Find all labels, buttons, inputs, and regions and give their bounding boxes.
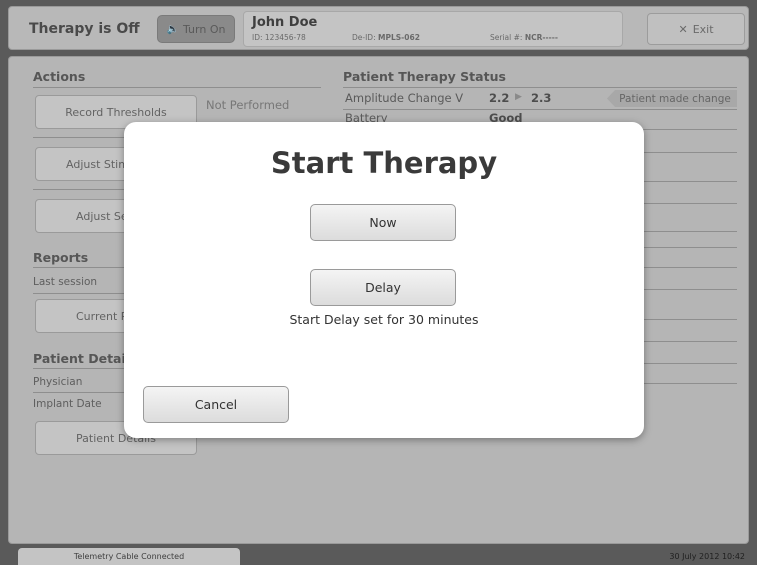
divider — [643, 289, 737, 290]
actions-divider — [33, 87, 321, 88]
divider — [643, 181, 737, 182]
record-thresholds-status: Not Performed — [206, 98, 290, 112]
implant-date-label: Implant Date — [33, 398, 102, 410]
physician-label: Physician — [33, 376, 83, 388]
app-background: Therapy is Off 🔈 Turn On John Doe ID: 12… — [0, 0, 757, 565]
arrow-right-icon: ▶ — [515, 92, 522, 102]
amplitude-from: 2.2 — [489, 91, 510, 105]
delay-note: Start Delay set for 30 minutes — [289, 312, 479, 327]
exit-button[interactable]: ✕ Exit — [647, 13, 745, 45]
amplitude-to: 2.3 — [531, 91, 552, 105]
exit-label: Exit — [692, 22, 714, 36]
divider — [643, 152, 737, 153]
patient-info: John Doe ID: 123456-78 De-ID: MPLS-062 S… — [243, 11, 623, 47]
reports-title: Reports — [33, 250, 89, 265]
serial-label: Serial #: — [490, 33, 523, 42]
deid: De-ID: MPLS-062 — [352, 33, 420, 42]
amplitude-label: Amplitude Change V — [345, 91, 464, 105]
deid-value: MPLS-062 — [378, 33, 420, 42]
status-divider — [343, 87, 737, 88]
patient-id: ID: 123456-78 — [252, 33, 306, 42]
therapy-status: Therapy is Off — [29, 21, 140, 37]
divider — [643, 203, 737, 204]
actions-title: Actions — [33, 69, 86, 84]
speaker-icon: 🔈 — [166, 23, 179, 35]
datetime: 30 July 2012 10:42 — [669, 552, 745, 561]
divider — [643, 341, 737, 342]
delay-button[interactable]: Delay — [310, 269, 456, 306]
divider — [643, 231, 737, 232]
dialog-title: Start Therapy — [270, 146, 498, 180]
now-button[interactable]: Now — [310, 204, 456, 241]
cancel-button[interactable]: Cancel — [143, 386, 289, 423]
start-therapy-dialog: Start Therapy Now Delay Start Delay set … — [124, 122, 644, 438]
patient-change-badge: Patient made change — [607, 90, 737, 107]
therapy-status-title: Patient Therapy Status — [343, 69, 506, 84]
divider — [643, 267, 737, 268]
divider — [643, 383, 737, 384]
patient-name: John Doe — [252, 15, 318, 30]
divider — [643, 363, 737, 364]
divider — [643, 129, 737, 130]
close-icon: ✕ — [678, 22, 688, 36]
patient-details-title: Patient Detail — [33, 351, 131, 366]
turn-on-button[interactable]: 🔈 Turn On — [157, 15, 235, 43]
telemetry-status: Telemetry Cable Connected — [18, 548, 240, 565]
divider — [343, 109, 737, 110]
deid-label: De-ID: — [352, 33, 376, 42]
header-bar: Therapy is Off 🔈 Turn On John Doe ID: 12… — [8, 6, 749, 50]
divider — [643, 247, 737, 248]
last-session-label: Last session — [33, 276, 98, 288]
turn-on-label: Turn On — [183, 22, 226, 36]
divider — [643, 319, 737, 320]
serial: Serial #: NCR----- — [490, 33, 558, 42]
serial-value: NCR----- — [524, 33, 558, 42]
